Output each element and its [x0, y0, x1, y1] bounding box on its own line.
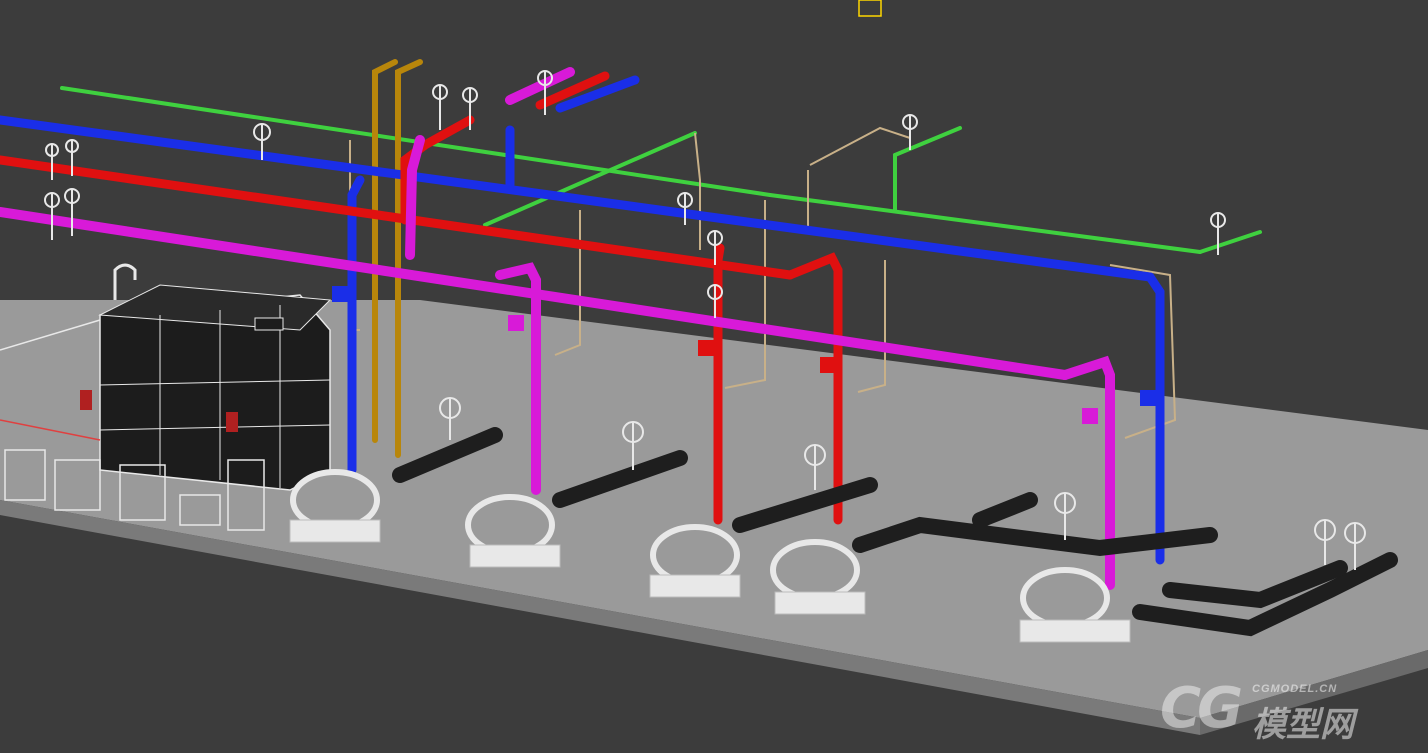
- pump-room-scene: [0, 0, 1428, 735]
- pipe-green: [60, 86, 1262, 254]
- watermark-logo: CG: [1160, 676, 1243, 741]
- watermark-site: CGMODEL.CN: [1252, 683, 1338, 695]
- watermark: CG CGMODEL.CN 模型网: [1160, 676, 1408, 746]
- 3d-viewport[interactable]: CG CGMODEL.CN 模型网: [0, 0, 1428, 753]
- watermark-name: 模型网: [1252, 705, 1354, 745]
- viewport-gizmo: [858, 0, 882, 17]
- water-tank: [98, 263, 332, 491]
